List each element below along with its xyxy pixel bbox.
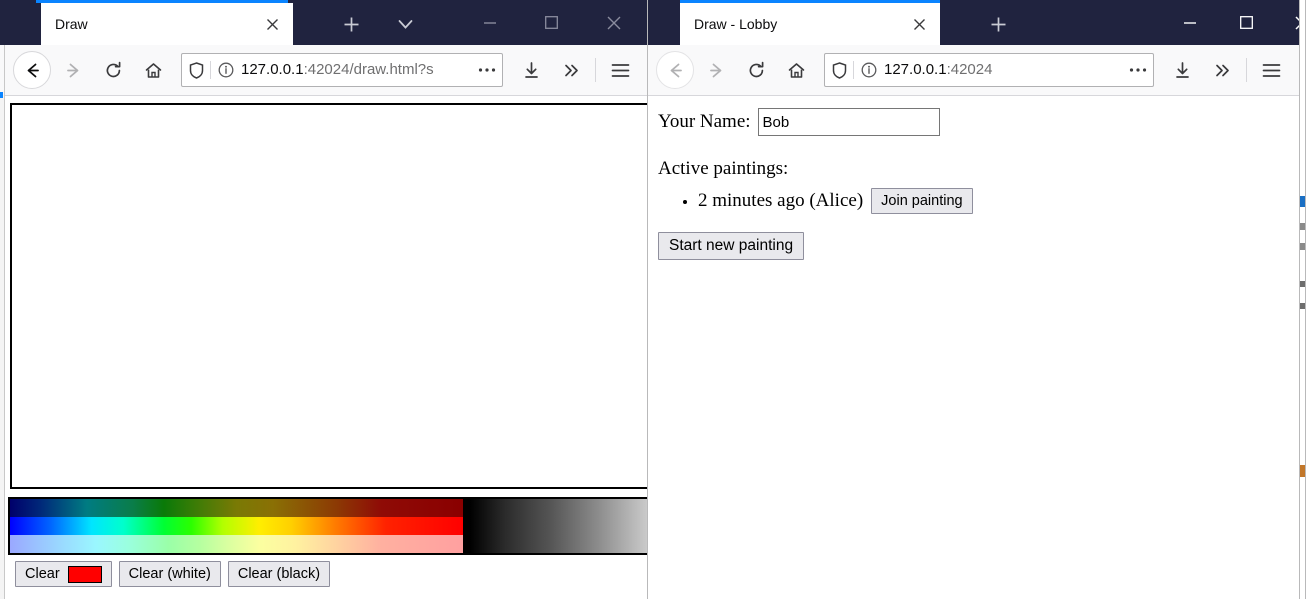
download-icon[interactable]: [1164, 52, 1200, 88]
chevron-down-icon[interactable]: [385, 3, 425, 45]
join-painting-label: Join painting: [881, 193, 963, 209]
forward-arrow-icon: [698, 52, 734, 88]
tab-title: Draw: [55, 16, 88, 32]
new-tab-icon[interactable]: [978, 3, 1018, 45]
double-chevron-right-icon[interactable]: [553, 52, 589, 88]
shield-icon[interactable]: [182, 61, 210, 79]
palette-grayscale-section[interactable]: [463, 499, 648, 553]
clear-buttons-row: Clear Clear (white) Clear (black): [15, 561, 331, 587]
clear-button-label: Clear: [25, 566, 60, 582]
browser-tab-lobby[interactable]: Draw - Lobby: [680, 3, 940, 45]
back-arrow-icon: [656, 51, 694, 89]
minimize-icon[interactable]: [1167, 0, 1213, 45]
double-chevron-right-icon[interactable]: [1204, 52, 1240, 88]
hamburger-menu-icon[interactable]: [1253, 52, 1289, 88]
new-tab-icon[interactable]: [331, 3, 371, 45]
info-circle-icon[interactable]: [211, 62, 241, 78]
info-circle-icon[interactable]: [854, 62, 884, 78]
painting-description: 2 minutes ago (Alice): [698, 190, 864, 211]
browser-tab-draw[interactable]: Draw: [41, 3, 293, 45]
draw-browser-window[interactable]: Draw 127.0.0.1:42024/draw.html?s Clear C…: [5, 0, 648, 599]
home-icon[interactable]: [135, 52, 171, 88]
navigation-toolbar: 127.0.0.1:42024: [648, 45, 1299, 96]
palette-band-dark[interactable]: [10, 499, 463, 517]
toolbar-right-group: [511, 52, 648, 88]
titlebar: Draw: [5, 0, 648, 45]
ellipsis-icon[interactable]: [1123, 67, 1153, 73]
url-text-container[interactable]: 127.0.0.1:42024/draw.html?s: [241, 59, 472, 81]
url-bar[interactable]: 127.0.0.1:42024/draw.html?s: [181, 53, 503, 87]
tab-title: Draw - Lobby: [694, 16, 778, 32]
close-icon[interactable]: [906, 11, 932, 37]
clear-white-button-label: Clear (white): [128, 566, 211, 582]
reload-icon[interactable]: [95, 52, 131, 88]
url-fade: [438, 59, 472, 81]
palette-band-light[interactable]: [10, 535, 463, 553]
url-text-container[interactable]: 127.0.0.1:42024: [884, 59, 1123, 81]
close-window-icon[interactable]: [1279, 0, 1299, 45]
background-mark: [1300, 243, 1305, 250]
palette-band-saturated[interactable]: [10, 517, 463, 535]
lobby-page-content: Your Name: Active paintings: 2 minutes a…: [648, 96, 1299, 599]
name-row: Your Name:: [658, 108, 1299, 136]
palette-hue-section[interactable]: [10, 499, 463, 553]
draw-page-content: Clear Clear (white) Clear (black): [5, 96, 648, 599]
color-palette[interactable]: [8, 497, 648, 555]
start-new-painting-label: Start new painting: [669, 237, 794, 254]
close-window-icon[interactable]: [591, 0, 637, 45]
minimize-icon[interactable]: [467, 0, 513, 45]
background-mark: [1300, 281, 1305, 287]
back-arrow-icon[interactable]: [13, 51, 51, 89]
lobby-browser-window[interactable]: Draw - Lobby 127.0.0.1:42024 Your Name: …: [648, 0, 1299, 599]
url-text: 127.0.0.1:42024: [884, 61, 993, 78]
background-mark: [1300, 465, 1305, 477]
clear-button[interactable]: Clear: [15, 561, 112, 587]
home-icon[interactable]: [778, 52, 814, 88]
clear-black-button-label: Clear (black): [237, 566, 321, 582]
shield-icon[interactable]: [825, 61, 853, 79]
close-icon[interactable]: [259, 11, 285, 37]
clear-white-button[interactable]: Clear (white): [118, 561, 221, 587]
name-input[interactable]: [757, 108, 940, 136]
url-bar[interactable]: 127.0.0.1:42024: [824, 53, 1154, 87]
active-paintings-label: Active paintings:: [658, 158, 789, 179]
background-mark: [1300, 196, 1305, 207]
join-painting-button[interactable]: Join painting: [871, 188, 973, 214]
hamburger-menu-icon[interactable]: [602, 52, 638, 88]
forward-arrow-icon: [55, 52, 91, 88]
download-icon[interactable]: [513, 52, 549, 88]
divider: [1246, 58, 1247, 82]
toolbar-right-group: [1162, 52, 1299, 88]
titlebar: Draw - Lobby: [648, 0, 1299, 45]
lobby-body: Your Name: Active paintings: 2 minutes a…: [658, 108, 1299, 260]
divider: [595, 58, 596, 82]
start-new-painting-button[interactable]: Start new painting: [658, 232, 805, 260]
maximize-icon[interactable]: [528, 0, 574, 45]
current-color-swatch[interactable]: [67, 565, 102, 583]
start-painting-row: Start new painting: [658, 232, 1299, 260]
active-paintings-list: 2 minutes ago (Alice) Join painting: [658, 188, 1299, 214]
url-text: 127.0.0.1:42024/draw.html?s: [241, 61, 434, 78]
list-item: 2 minutes ago (Alice) Join painting: [698, 188, 1299, 214]
maximize-icon[interactable]: [1223, 0, 1269, 45]
clear-black-button[interactable]: Clear (black): [227, 561, 331, 587]
drawing-canvas[interactable]: [10, 103, 648, 489]
screen: Draw 127.0.0.1:42024/draw.html?s Clear C…: [0, 0, 1307, 599]
navigation-toolbar: 127.0.0.1:42024/draw.html?s: [5, 45, 648, 96]
name-label: Your Name:: [658, 111, 751, 132]
reload-icon[interactable]: [738, 52, 774, 88]
ellipsis-icon[interactable]: [472, 67, 502, 73]
background-mark: [1300, 223, 1305, 230]
background-mark: [1300, 303, 1305, 309]
background-window-right: [1298, 0, 1307, 599]
